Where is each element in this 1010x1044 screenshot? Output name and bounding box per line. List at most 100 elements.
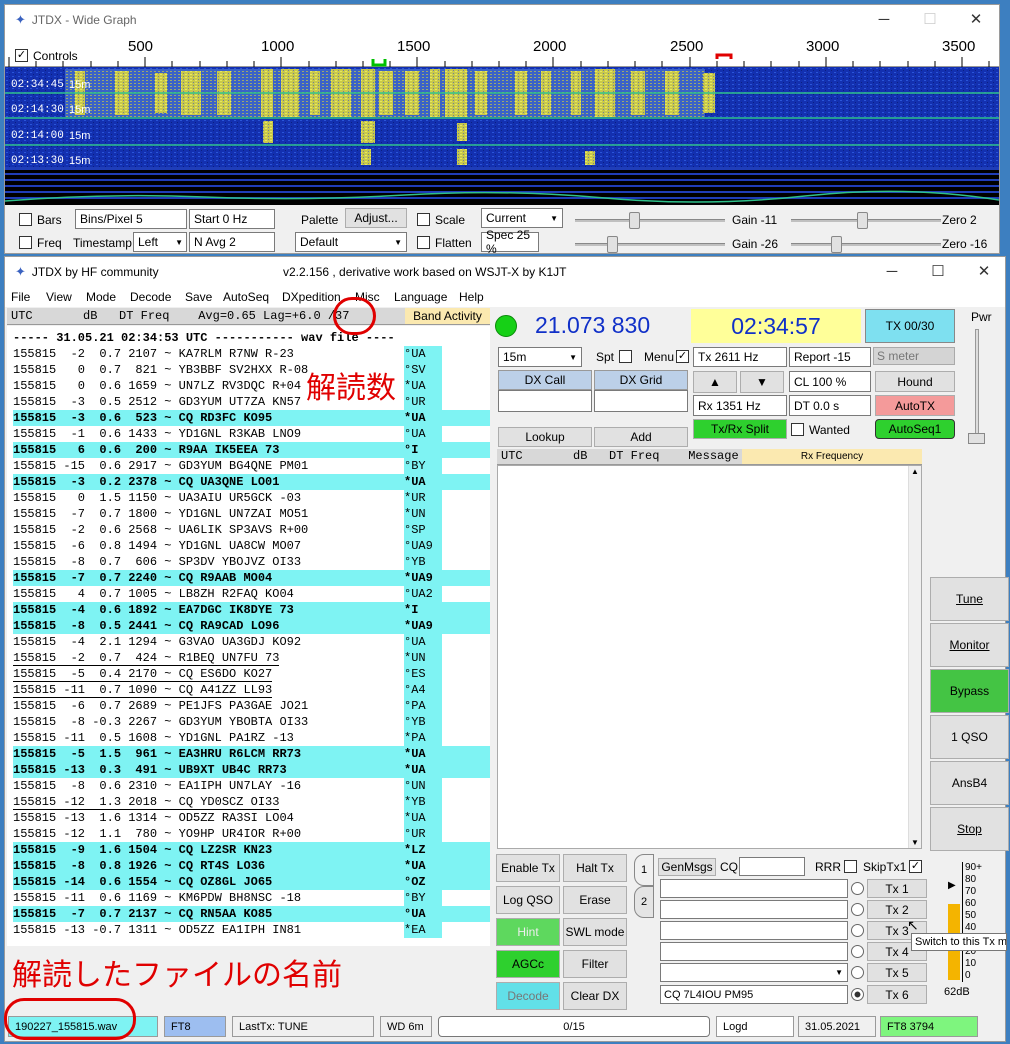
hint-button[interactable]: Hint [496, 918, 560, 946]
tx2-radio[interactable] [851, 903, 864, 916]
decode-row[interactable]: 155815 -8 0.5 2441 ~ CQ RA9CAD LO96 *UA9 [13, 618, 490, 634]
decode-row[interactable]: 155815 -3 0.2 2378 ~ CQ UA3QNE LO01 *UA [13, 474, 490, 490]
zero2-slider[interactable] [791, 243, 941, 246]
menu-decode[interactable]: Decode [130, 290, 171, 304]
menu-language[interactable]: Language [394, 290, 447, 304]
decode-row[interactable]: 155815 -8 0.7 606 ~ SP3DV YBOJVZ OI33 °YB [13, 554, 490, 570]
wanted-checkbox[interactable] [791, 423, 804, 436]
tx-counter[interactable]: TX 00/30 [865, 309, 955, 343]
tx3-radio[interactable] [851, 924, 864, 937]
decode-row[interactable]: 155815 -2 0.6 2568 ~ UA6LIK SP3AVS R+00 °… [13, 522, 490, 538]
decode-row[interactable]: 155815 -11 0.6 1169 ~ KM6PDW BH8NSC -18 °… [13, 890, 490, 906]
slider-handle[interactable] [629, 212, 640, 229]
stop-button[interactable]: Stop [930, 807, 1009, 851]
decode-row[interactable]: 155815 -8 0.6 2310 ~ EA1IPH UN7LAY -16 °U… [13, 778, 490, 794]
tx6-radio[interactable] [851, 988, 864, 1001]
current-select[interactable]: Current ▼ [481, 208, 563, 228]
decode-row[interactable]: 155815 -11 0.5 1608 ~ YD1GNL PA1RZ -13 *P… [13, 730, 490, 746]
freq-down-button[interactable]: ▼ [740, 371, 784, 393]
palette-select[interactable]: Default ▼ [295, 232, 407, 252]
cl-spinbox[interactable]: CL 100 % [789, 371, 871, 392]
decode-row[interactable]: 155815 -4 2.1 1294 ~ G3VAO UA3GDJ KO92 °U… [13, 634, 490, 650]
band-activity-list[interactable]: ----- 31.05.21 02:34:53 UTC ----------- … [7, 326, 490, 946]
decode-row[interactable]: 155815 -15 0.6 2917 ~ GD3YUM BG4QNE PM01… [13, 458, 490, 474]
filter-button[interactable]: Filter [563, 950, 627, 978]
close-button[interactable]: ✕ [953, 5, 999, 35]
decode-row[interactable]: 155815 -7 0.7 2240 ~ CQ R9AAB MO04 *UA9 [13, 570, 490, 586]
decode-row[interactable]: 155815 -6 0.7 2689 ~ PE1JFS PA3GAE JO21 °… [13, 698, 490, 714]
rx-frequency-list[interactable] [497, 465, 922, 849]
log-qso-button[interactable]: Log QSO [496, 886, 560, 914]
decode-row[interactable]: 155815 -2 0.7 2107 ~ KA7RLM R7NW R-23 °UA [13, 346, 490, 362]
decode-row[interactable]: 155815 -5 0.4 2170 ~ CQ ES6DO KO27 °ES [13, 666, 490, 682]
tx3-message-field[interactable] [660, 921, 848, 940]
decode-row[interactable]: 155815 -4 0.6 1892 ~ EA7DGC IK8DYE 73 *I [13, 602, 490, 618]
tx-rx-split-button[interactable]: Tx/Rx Split [693, 419, 787, 439]
tx4-message-field[interactable] [660, 942, 848, 961]
tx-frequency-spinbox[interactable]: Tx 2611 Hz [693, 347, 787, 367]
swl-mode-button[interactable]: SWL mode [563, 918, 627, 946]
tx5-button[interactable]: Tx 5 [867, 963, 927, 982]
rx-frequency-spinbox[interactable]: Rx 1351 Hz [693, 395, 787, 416]
menu-dxpedition[interactable]: DXpedition [282, 290, 341, 304]
genmsgs-button[interactable]: GenMsgs [658, 858, 716, 876]
decode-row[interactable]: 155815 -6 0.8 1494 ~ YD1GNL UA8CW MO07 °U… [13, 538, 490, 554]
tx4-radio[interactable] [851, 945, 864, 958]
dt-spinbox[interactable]: DT 0.0 s [789, 395, 871, 416]
autoseq-button[interactable]: AutoSeq1 [875, 419, 955, 439]
decode-row[interactable]: 155815 -13 1.6 1314 ~ OD5ZZ RA3SI LO04 *U… [13, 810, 490, 826]
decode-row[interactable]: 155815 4 0.7 1005 ~ LB8ZH R2FAQ KO04 °UA2 [13, 586, 490, 602]
autotx-button[interactable]: AutoTX [875, 395, 955, 416]
decode-row[interactable]: 155815 -2 0.7 424 ~ R1BEQ UN7FU 73 *UN [13, 650, 490, 666]
decode-row[interactable]: 155815 -3 0.5 2512 ~ GD3YUM UT7ZA KN57 °U… [13, 394, 490, 410]
spt-checkbox[interactable] [619, 350, 632, 363]
decode-row[interactable]: 155815 0 0.6 1659 ~ UN7LZ RV3DQC R+04 *UA [13, 378, 490, 394]
tx5-radio[interactable] [851, 966, 864, 979]
tab-2[interactable]: 2 [634, 886, 654, 918]
slider-handle[interactable] [607, 236, 618, 253]
maximize-button[interactable]: ☐ [907, 5, 953, 35]
tune-button[interactable]: Tune [930, 577, 1009, 621]
gain2-slider[interactable] [575, 243, 725, 246]
tab-1[interactable]: 1 [634, 854, 654, 886]
freq-checkbox[interactable] [19, 236, 32, 249]
flatten-checkbox[interactable] [417, 236, 430, 249]
freq-up-button[interactable]: ▲ [693, 371, 737, 393]
menu-autoseq[interactable]: AutoSeq [223, 290, 269, 304]
ansb4-button[interactable]: AnsB4 [930, 761, 1009, 805]
decode-row[interactable]: 155815 -1 0.6 1433 ~ YD1GNL R3KAB LNO9 °U… [13, 426, 490, 442]
slider-handle[interactable] [968, 433, 985, 444]
tx5-message-field[interactable]: ▼ [660, 963, 848, 982]
menu-checkbox[interactable]: ✓ [676, 350, 689, 363]
decode-row[interactable]: 155815 -7 0.7 2137 ~ CQ RN5AA KO85 °UA [13, 906, 490, 922]
monitor-button[interactable]: Monitor [930, 623, 1009, 667]
timestamp-select[interactable]: Left ▼ [133, 232, 187, 252]
tx6-message-field[interactable]: CQ 7L4IOU PM95 [660, 985, 848, 1004]
skiptx1-checkbox[interactable]: ✓ [909, 860, 922, 873]
decode-row[interactable]: 155815 -12 1.3 2018 ~ CQ YD0SCZ OI33 *YB [13, 794, 490, 810]
decode-row[interactable]: 155815 -13 0.3 491 ~ UB9XT UB4C RR73 *UA [13, 762, 490, 778]
decode-row[interactable]: 155815 -11 0.7 1090 ~ CQ A41ZZ LL93 °A4 [13, 682, 490, 698]
minimize-button[interactable]: ─ [869, 257, 915, 287]
decode-row[interactable]: 155815 0 0.7 821 ~ YB3BBF SV2HXX R-08 °SV [13, 362, 490, 378]
report-spinbox[interactable]: Report -15 [789, 347, 871, 367]
rrr-checkbox[interactable] [844, 860, 857, 873]
decode-button[interactable]: Decode [496, 982, 560, 1010]
decode-row[interactable]: 155815 -14 0.6 1554 ~ CQ OZ8GL JO65 °OZ [13, 874, 490, 890]
waterfall-display[interactable]: 02:34:45 15m 02:14:30 15m 02:14:00 15m 0… [5, 67, 999, 205]
start-spinbox[interactable]: Start 0 Hz [189, 209, 275, 229]
decode-row[interactable]: 155815 -5 1.5 961 ~ EA3HRU R6LCM RR73 *UA [13, 746, 490, 762]
decode-row[interactable]: 155815 -12 1.1 780 ~ YO9HP UR4IOR R+00 °U… [13, 826, 490, 842]
bypass-button[interactable]: Bypass [930, 669, 1009, 713]
bars-checkbox[interactable] [19, 213, 32, 226]
maximize-button[interactable]: ☐ [915, 257, 961, 287]
decode-row[interactable]: 155815 -9 1.6 1504 ~ CQ LZ2SR KN23 *LZ [13, 842, 490, 858]
erase-button[interactable]: Erase [563, 886, 627, 914]
tx1-button[interactable]: Tx 1 [867, 879, 927, 898]
scrollbar[interactable]: ▲ ▼ [908, 466, 921, 848]
tx1-radio[interactable] [851, 882, 864, 895]
hound-button[interactable]: Hound [875, 371, 955, 392]
spec-spinbox[interactable]: Spec 25 % [481, 228, 539, 256]
scale-checkbox[interactable] [417, 213, 430, 226]
bins-per-pixel-spinbox[interactable]: Bins/Pixel 5 [75, 209, 187, 229]
